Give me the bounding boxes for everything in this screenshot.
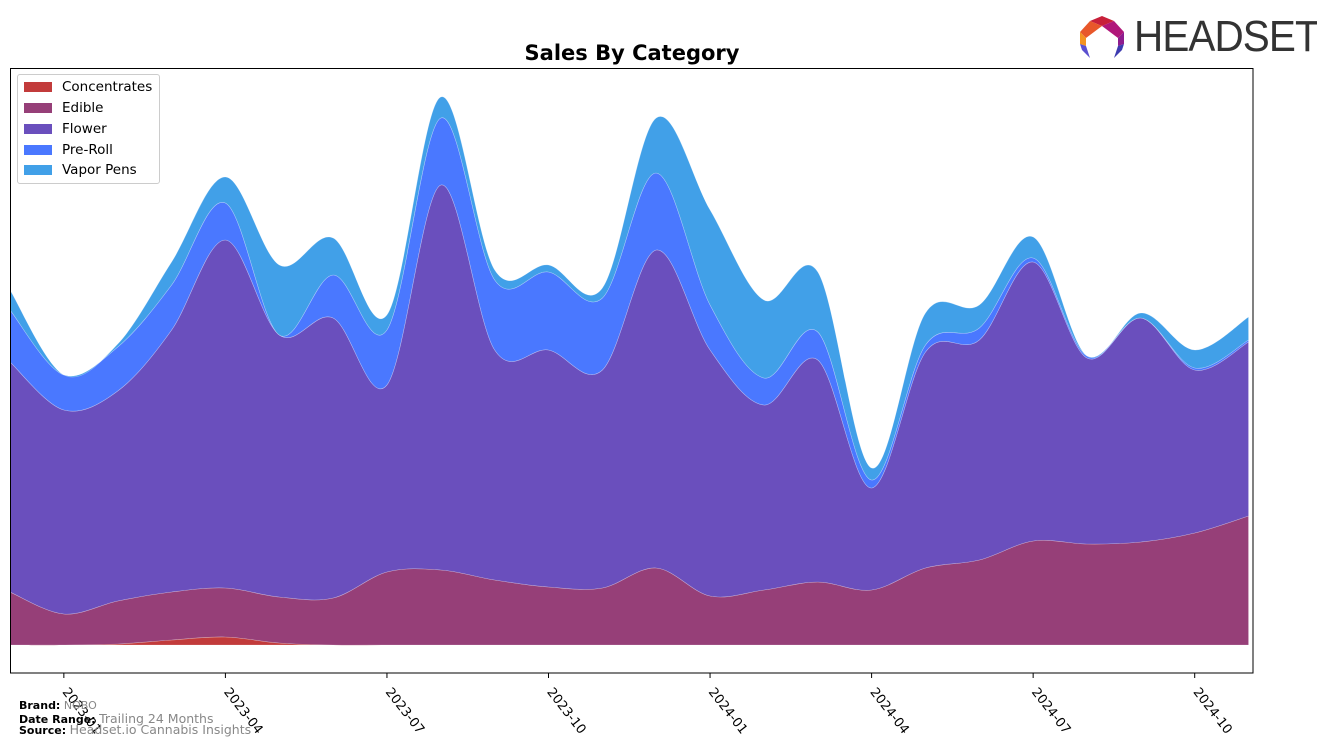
headset-logo-icon [1080,16,1124,58]
legend-swatch-vapor-pens [24,165,52,175]
legend-item-flower: Flower [24,121,107,137]
legend-label: Vapor Pens [62,162,137,178]
legend-item-vapor-pens: Vapor Pens [24,162,137,178]
legend-swatch-concentrates [24,82,52,92]
logo-text: HEADSET [1134,12,1317,61]
headset-logo: HEADSET [1078,14,1317,60]
legend-label: Edible [62,100,104,116]
areas-layer [10,96,1249,646]
legend-item-edible: Edible [24,100,103,116]
legend-label: Flower [62,121,107,137]
legend: Concentrates Edible Flower Pre-Roll Vapo… [17,74,160,184]
chart-title: Sales By Category [525,41,740,65]
x-tick-label: 2024-07 [1028,685,1073,737]
x-tick-label: 2024-01 [705,685,750,737]
footer-source: Source: Headset.io Cannabis Insights [19,722,251,737]
sales-by-category-chart: Sales By Category 2023-01 2023-04 2023-07 2… [10,41,1254,737]
x-tick-label: 2023-07 [382,685,427,737]
x-tick-label: 2024-04 [866,685,911,737]
legend-label: Concentrates [62,79,153,95]
source-label: Source: [19,724,67,737]
x-tick-label: 2024-10 [1190,685,1235,737]
legend-item-pre-roll: Pre-Roll [24,142,113,158]
legend-swatch-edible [24,103,52,113]
legend-item-concentrates: Concentrates [24,79,152,95]
x-tick-label: 2023-10 [543,685,588,737]
legend-swatch-flower [24,124,52,134]
source-value: Headset.io Cannabis Insights [69,722,252,737]
legend-label: Pre-Roll [62,142,113,158]
legend-swatch-pre-roll [24,145,52,155]
